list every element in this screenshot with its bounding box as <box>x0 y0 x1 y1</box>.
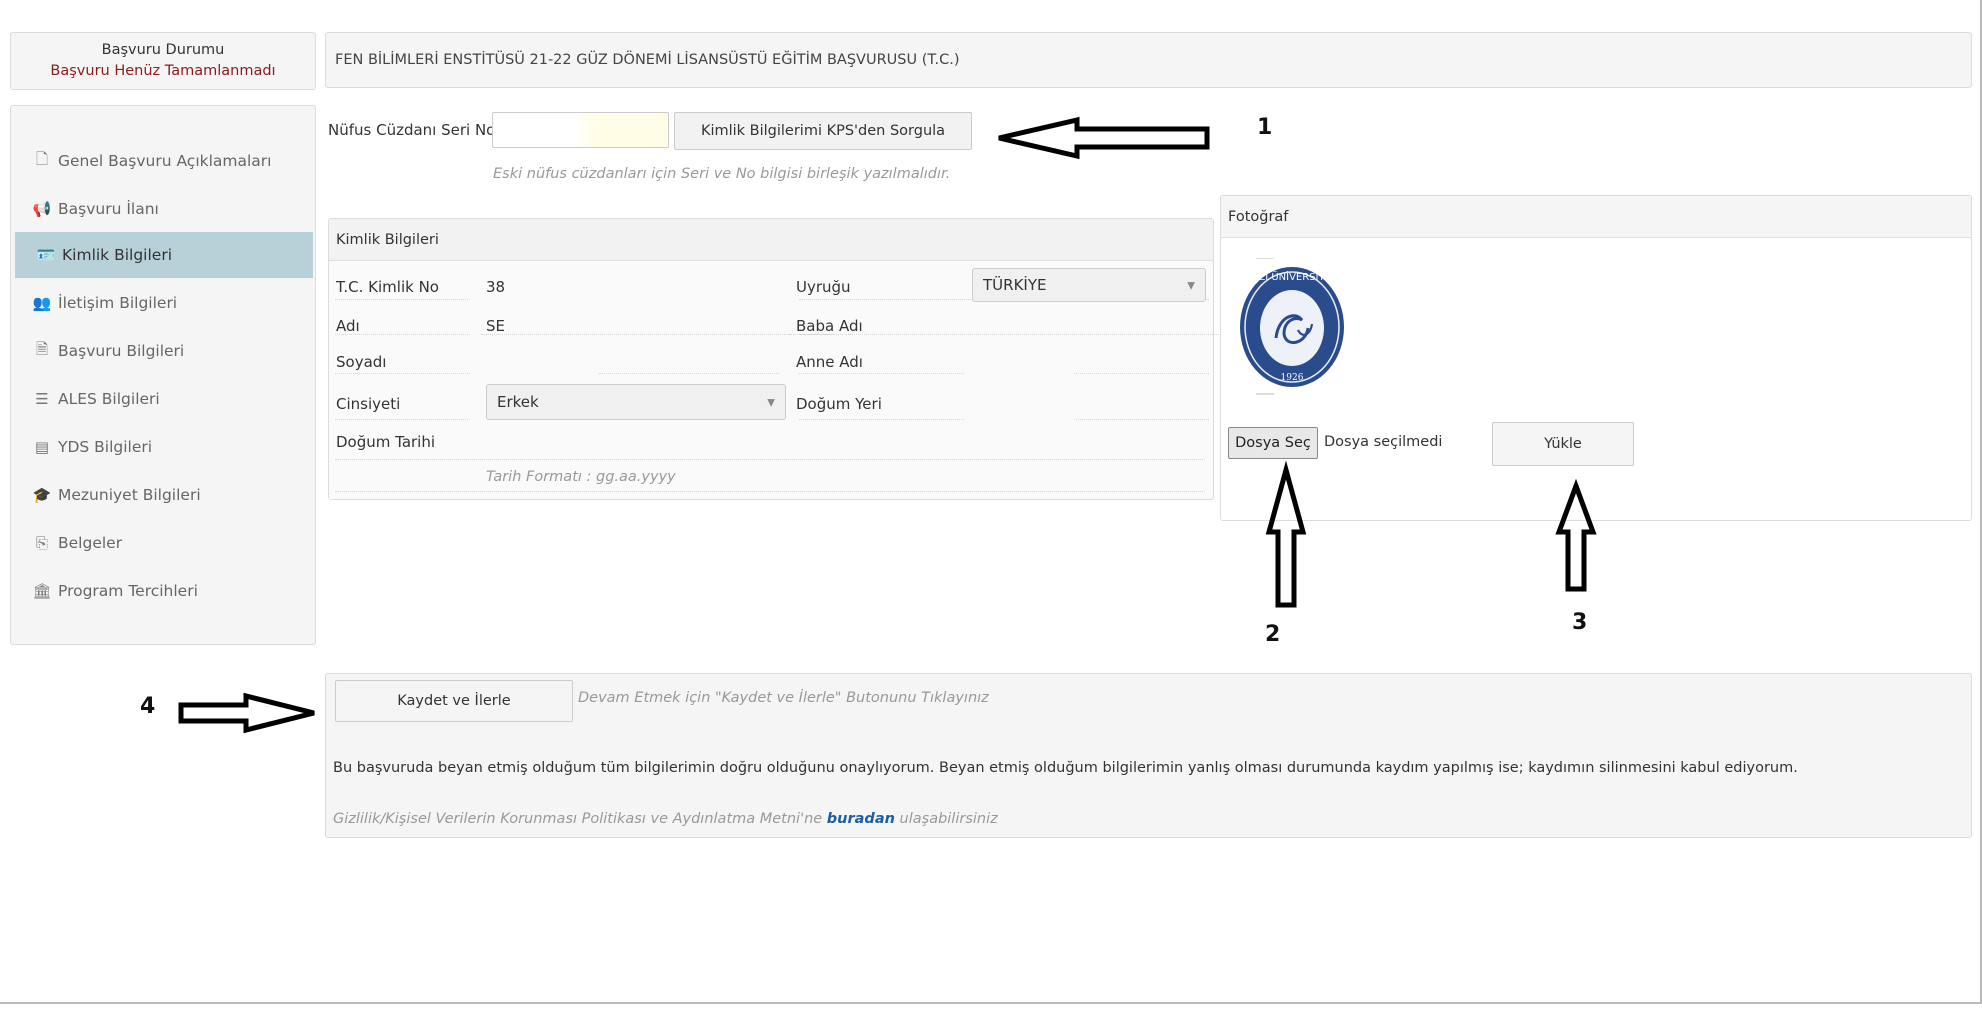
identity-panel-title: Kimlik Bilgileri <box>329 219 1213 261</box>
sidebar-item-label: Genel Başvuru Açıklamaları <box>58 152 272 170</box>
privacy-text: Gizlilik/Kişisel Verilerin Korunması Pol… <box>333 811 998 827</box>
declaration-text: Bu başvuruda beyan etmiş olduğum tüm bil… <box>333 760 1798 776</box>
upload-button[interactable]: Yükle <box>1492 422 1634 466</box>
sidebar-item-label: Kimlik Bilgileri <box>62 246 172 264</box>
sidebar-item-label: YDS Bilgileri <box>58 438 153 456</box>
serial-hint: Eski nüfus cüzdanları için Seri ve No bi… <box>493 166 951 182</box>
list-alt-icon: ▤ <box>34 438 50 456</box>
kps-query-button[interactable]: Kimlik Bilgilerimi KPS'den Sorgula <box>674 112 972 150</box>
institution-icon: 🏛 <box>32 582 52 600</box>
gender-label: Cinsiyeti <box>336 395 401 413</box>
nationality-label: Uyruğu <box>796 278 851 296</box>
birthplace-label: Doğum Yeri <box>796 395 882 413</box>
sidebar-item-general[interactable]: 🗋 Genel Başvuru Açıklamaları <box>11 138 315 184</box>
sidebar-item-label: Başvuru İlanı <box>58 200 159 218</box>
sidebar-item-graduation[interactable]: 🎓 Mezuniyet Bilgileri <box>11 472 315 518</box>
sidebar-item-label: Program Tercihleri <box>58 582 198 600</box>
sidebar-item-program-preferences[interactable]: 🏛 Program Tercihleri <box>11 568 315 614</box>
sidebar-item-label: Mezuniyet Bilgileri <box>58 486 201 504</box>
tc-value: 38 <box>486 278 506 296</box>
copy-icon: ⎘ <box>35 534 48 552</box>
university-seal: GAZİ ÜNİVERSİTESİ 1926 <box>1240 258 1344 395</box>
application-status-box: Başvuru Durumu Başvuru Henüz Tamamlanmad… <box>10 32 316 90</box>
graduation-cap-icon: 🎓 <box>32 486 52 504</box>
sidebar-item-identity[interactable]: 🪪 Kimlik Bilgileri <box>15 232 313 278</box>
surname-label: Soyadı <box>336 353 387 371</box>
sidebar-item-ales[interactable]: ☰ ALES Bilgileri <box>11 376 315 422</box>
name-label: Adı <box>336 317 360 335</box>
gender-select[interactable]: Erkek ▼ <box>486 384 786 420</box>
gender-selected-value: Erkek <box>497 393 539 411</box>
annotation-arrow-up-3 <box>1555 478 1597 592</box>
sidebar-item-label: Belgeler <box>58 534 123 552</box>
nationality-selected-value: TÜRKİYE <box>983 276 1047 294</box>
identity-panel: Kimlik Bilgileri <box>328 218 1269 500</box>
chevron-down-icon: ▼ <box>1187 280 1195 292</box>
privacy-link[interactable]: buradan <box>827 811 895 827</box>
name-value: SE <box>486 317 505 335</box>
no-file-selected-text: Dosya seçilmedi <box>1324 434 1443 450</box>
mother-name-label: Anne Adı <box>796 353 863 371</box>
sidebar: 🗋 Genel Başvuru Açıklamaları 📢 Başvuru İ… <box>10 105 316 645</box>
sidebar-item-yds[interactable]: ▤ YDS Bilgileri <box>11 424 315 470</box>
tc-label: T.C. Kimlik No <box>336 278 439 296</box>
file-icon: 🗎 <box>35 339 49 358</box>
status-title: Başvuru Durumu <box>101 42 225 58</box>
status-state: Başvuru Henüz Tamamlanmadı <box>50 63 276 79</box>
sidebar-item-documents[interactable]: ⎘ Belgeler <box>11 520 315 566</box>
document-icon: 🗋 <box>35 149 49 168</box>
sidebar-item-announcement[interactable]: 📢 Başvuru İlanı <box>11 186 315 232</box>
sidebar-item-label: İletişim Bilgileri <box>58 294 178 312</box>
list-icon: ☰ <box>35 390 49 408</box>
id-card-icon: 🪪 <box>36 246 56 264</box>
save-hint: Devam Etmek için "Kaydet ve İlerle" Buto… <box>578 690 989 706</box>
annotation-number-2: 2 <box>1265 622 1281 647</box>
serial-label: Nüfus Cüzdanı Seri No <box>328 121 496 139</box>
annotation-number-1: 1 <box>1257 115 1273 140</box>
save-and-continue-button[interactable]: Kaydet ve İlerle <box>335 680 573 722</box>
sidebar-item-label: Başvuru Bilgileri <box>58 342 185 360</box>
father-name-label: Baba Adı <box>796 317 863 335</box>
choose-file-button[interactable]: Dosya Seç <box>1228 427 1318 459</box>
sidebar-item-label: ALES Bilgileri <box>58 390 160 408</box>
seal-text: GAZİ ÜNİVERSİTESİ <box>1244 270 1340 283</box>
annotation-number-3: 3 <box>1572 610 1588 635</box>
page-title: FEN BİLİMLERİ ENSTİTÜSÜ 21-22 GÜZ DÖNEMİ… <box>325 32 1972 88</box>
annotation-arrow-up-2 <box>1265 460 1307 608</box>
annotation-arrow-right-4 <box>178 692 315 734</box>
sidebar-item-contact[interactable]: 👥 İletişim Bilgileri <box>11 280 315 326</box>
serial-number-input[interactable] <box>492 112 669 148</box>
photo-panel-title: Fotoğraf <box>1221 196 1971 238</box>
nationality-select[interactable]: TÜRKİYE ▼ <box>972 268 1206 302</box>
birthdate-label: Doğum Tarihi <box>336 433 436 451</box>
chevron-down-icon: ▼ <box>767 397 775 409</box>
megaphone-icon: 📢 <box>32 200 52 218</box>
annotation-arrow-left-1 <box>998 116 1210 160</box>
contact-icon: 👥 <box>32 294 52 312</box>
seal-year: 1926 <box>1281 373 1304 383</box>
annotation-number-4: 4 <box>140 694 156 719</box>
date-format-hint: Tarih Formatı : gg.aa.yyyy <box>486 469 676 485</box>
sidebar-item-application[interactable]: 🗎 Başvuru Bilgileri <box>11 328 315 374</box>
